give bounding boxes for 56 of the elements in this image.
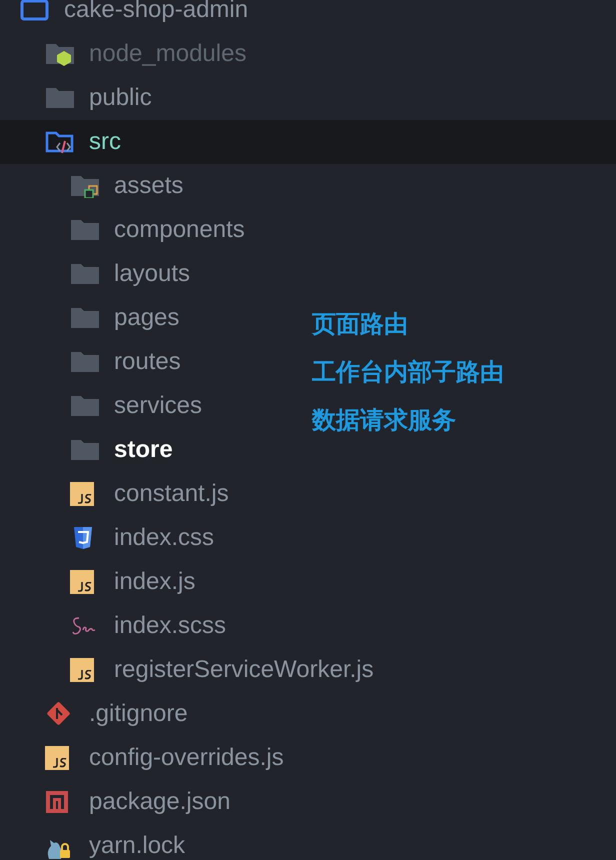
file-name: services: [114, 391, 202, 421]
file-name: constant.js: [114, 479, 229, 509]
annotation: 页面路由: [312, 309, 409, 340]
tree-item[interactable]: routes: [0, 340, 189, 384]
folder-icon: [70, 350, 100, 374]
file-name: node_modules: [89, 39, 246, 69]
file-name: index.scss: [114, 611, 226, 641]
annotation: 数据请求服务: [312, 405, 457, 436]
folder-icon: [70, 394, 100, 418]
file-name: src: [89, 127, 121, 157]
tree-item[interactable]: constant.js: [0, 472, 237, 516]
tree-item[interactable]: index.js: [0, 560, 204, 604]
folder-icon: [70, 306, 100, 330]
folder-hexagon-icon: [45, 42, 75, 66]
tree-item[interactable]: registerServiceWorker.js: [0, 648, 382, 692]
tree-item[interactable]: index.css: [0, 516, 222, 560]
folder-icon: [70, 218, 100, 242]
folder-icon: [70, 438, 100, 462]
tree-item[interactable]: node_modules: [0, 32, 254, 76]
tree-item[interactable]: store: [0, 428, 181, 472]
tree-item[interactable]: .gitignore: [0, 692, 196, 736]
folder-icon: [45, 86, 75, 110]
tree-item[interactable]: public: [0, 76, 160, 120]
file-name: yarn.lock: [89, 831, 186, 860]
tree-item[interactable]: assets: [0, 164, 192, 208]
js-icon: [70, 658, 94, 682]
tree-item[interactable]: services: [0, 384, 210, 428]
file-name: store: [114, 435, 173, 465]
annotation: 工作台内部子路由: [312, 357, 504, 388]
file-name: layouts: [114, 259, 190, 289]
file-name: registerServiceWorker.js: [114, 655, 374, 685]
folder-images-icon: [70, 174, 100, 198]
js-icon: [70, 482, 94, 506]
tree-item[interactable]: package.json: [0, 780, 238, 824]
file-name: pages: [114, 303, 180, 333]
folder-icon: [20, 0, 50, 22]
tree-item[interactable]: config-overrides.js: [0, 736, 292, 780]
file-name: public: [89, 83, 152, 113]
js-icon: [45, 746, 69, 770]
js-icon: [70, 570, 94, 594]
tree-item[interactable]: pages: [0, 296, 188, 340]
file-name: routes: [114, 347, 181, 377]
tree-item[interactable]: yarn.lock: [0, 824, 194, 860]
file-name: config-overrides.js: [89, 743, 284, 773]
folder-icon: [70, 262, 100, 286]
file-name: package.json: [89, 787, 230, 817]
tree-item[interactable]: components: [0, 208, 253, 252]
file-name: index.js: [114, 567, 196, 597]
tree-item[interactable]: index.scss: [0, 604, 234, 648]
file-name: index.css: [114, 523, 214, 553]
tree-item[interactable]: layouts: [0, 252, 198, 296]
file-name: .gitignore: [89, 699, 188, 729]
file-name: assets: [114, 171, 184, 201]
tree-item[interactable]: src: [0, 120, 616, 164]
code-folder-icon: [45, 130, 75, 154]
file-name: components: [114, 215, 245, 245]
